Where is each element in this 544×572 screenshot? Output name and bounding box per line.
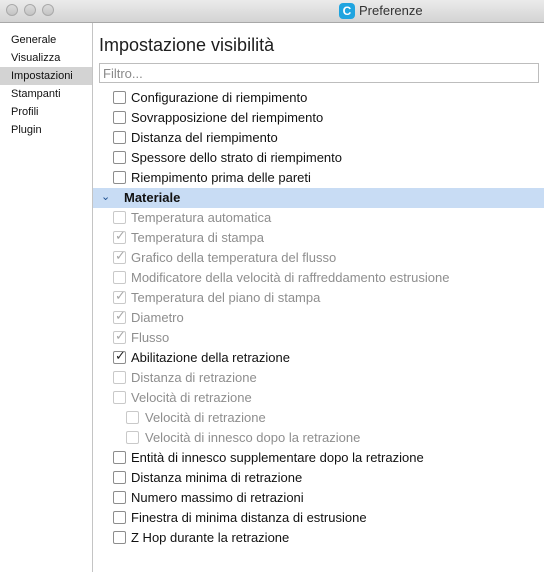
setting-row[interactable]: Velocità di retrazione [93, 408, 544, 428]
visibility-checkbox[interactable]: ✓ [113, 328, 126, 344]
sidebar-item-profili[interactable]: Profili [0, 103, 92, 121]
cura-app-icon: C [339, 3, 355, 19]
setting-label: Riempimento prima delle pareti [131, 170, 311, 185]
group-label: Materiale [124, 190, 181, 205]
setting-label: Velocità di retrazione [145, 410, 266, 425]
setting-row[interactable]: Finestra di minima distanza di estrusion… [93, 508, 544, 528]
visibility-checkbox[interactable] [113, 531, 126, 544]
setting-row[interactable]: Distanza minima di retrazione [93, 468, 544, 488]
sidebar-item-generale[interactable]: Generale [0, 31, 92, 49]
title-bar: C Preferenze [0, 0, 544, 23]
setting-label: Entità di innesco supplementare dopo la … [131, 450, 424, 465]
visibility-checkbox[interactable] [113, 211, 126, 224]
checkmark-icon: ✓ [115, 308, 126, 323]
visibility-checkbox[interactable]: ✓ [113, 228, 126, 244]
checkmark-icon: ✓ [115, 348, 126, 363]
setting-row[interactable]: ✓ Diametro [93, 308, 544, 328]
setting-label: Diametro [131, 310, 184, 325]
setting-row[interactable]: Temperatura automatica [93, 208, 544, 228]
setting-label: Temperatura del piano di stampa [131, 290, 321, 305]
visibility-checkbox[interactable]: ✓ [113, 348, 126, 364]
setting-row[interactable]: Modificatore della velocità di raffredda… [93, 268, 544, 288]
visibility-checkbox[interactable]: ✓ [113, 248, 126, 264]
chevron-down-icon[interactable]: ⌄ [101, 190, 110, 203]
visibility-checkbox[interactable] [113, 271, 126, 284]
checkmark-icon: ✓ [115, 288, 126, 303]
visibility-checkbox[interactable] [113, 91, 126, 104]
sidebar-item-plugin[interactable]: Plugin [0, 121, 92, 139]
setting-label: Modificatore della velocità di raffredda… [131, 270, 450, 285]
setting-row[interactable]: Riempimento prima delle pareti [93, 168, 544, 188]
setting-label: Configurazione di riempimento [131, 90, 308, 105]
setting-label: Spessore dello strato di riempimento [131, 150, 342, 165]
visibility-checkbox[interactable] [113, 491, 126, 504]
window-title: Preferenze [359, 3, 423, 18]
visibility-checkbox[interactable] [113, 511, 126, 524]
page-title: Impostazione visibilità [99, 35, 275, 55]
setting-label: Distanza di retrazione [131, 370, 257, 385]
setting-label: Flusso [131, 330, 170, 345]
setting-label: Temperatura di stampa [131, 230, 264, 245]
setting-row[interactable]: Z Hop durante la retrazione [93, 528, 544, 548]
setting-label: Temperatura automatica [131, 210, 272, 225]
visibility-checkbox[interactable] [113, 151, 126, 164]
visibility-checkbox[interactable]: ✓ [113, 288, 126, 304]
setting-label: Velocità di innesco dopo la retrazione [145, 430, 361, 445]
visibility-checkbox[interactable] [113, 471, 126, 484]
setting-row[interactable]: Spessore dello strato di riempimento [93, 148, 544, 168]
setting-row[interactable]: ✓ Grafico della temperatura del flusso [93, 248, 544, 268]
setting-row[interactable]: Velocità di retrazione [93, 388, 544, 408]
close-window-button[interactable] [6, 4, 18, 16]
setting-label: Velocità di retrazione [131, 390, 252, 405]
zoom-window-button[interactable] [42, 4, 54, 16]
setting-label: Abilitazione della retrazione [131, 350, 290, 365]
checkmark-icon: ✓ [115, 228, 126, 243]
setting-row[interactable]: ✓ Temperatura del piano di stampa [93, 288, 544, 308]
visibility-checkbox[interactable] [113, 171, 126, 184]
visibility-checkbox[interactable] [113, 391, 126, 404]
setting-row[interactable]: Sovrapposizione del riempimento [93, 108, 544, 128]
settings-list: Configurazione di riempimento Sovrapposiz… [93, 88, 544, 548]
setting-label: Z Hop durante la retrazione [131, 530, 290, 545]
visibility-checkbox[interactable] [113, 451, 126, 464]
sidebar-item-visualizza[interactable]: Visualizza [0, 49, 92, 67]
setting-label: Numero massimo di retrazioni [131, 490, 304, 505]
setting-label: Sovrapposizione del riempimento [131, 110, 324, 125]
setting-row[interactable]: Distanza del riempimento [93, 128, 544, 148]
checkmark-icon: ✓ [115, 248, 126, 263]
sidebar-item-impostazioni[interactable]: Impostazioni [0, 67, 92, 85]
visibility-checkbox[interactable]: ✓ [113, 308, 126, 324]
setting-row[interactable]: Velocità di innesco dopo la retrazione [93, 428, 544, 448]
setting-row[interactable]: Numero massimo di retrazioni [93, 488, 544, 508]
settings-visibility-panel: Impostazione visibilità Configurazione d… [93, 23, 544, 572]
visibility-checkbox[interactable] [113, 131, 126, 144]
setting-label: Distanza del riempimento [131, 130, 278, 145]
visibility-checkbox[interactable] [113, 111, 126, 124]
visibility-checkbox[interactable] [126, 411, 139, 424]
visibility-checkbox[interactable] [113, 371, 126, 384]
setting-row[interactable]: ✓ Abilitazione della retrazione [93, 348, 544, 368]
filter-input[interactable] [99, 63, 539, 83]
setting-row[interactable]: Entità di innesco supplementare dopo la … [93, 448, 544, 468]
preferences-sidebar: Generale Visualizza Impostazioni Stampan… [0, 23, 93, 572]
visibility-checkbox[interactable] [126, 431, 139, 444]
setting-label: Finestra di minima distanza di estrusion… [131, 510, 367, 525]
sidebar-item-stampanti[interactable]: Stampanti [0, 85, 92, 103]
minimize-window-button[interactable] [24, 4, 36, 16]
setting-row[interactable]: Configurazione di riempimento [93, 88, 544, 108]
setting-label: Grafico della temperatura del flusso [131, 250, 337, 265]
setting-row[interactable]: ✓ Flusso [93, 328, 544, 348]
setting-row[interactable]: Distanza di retrazione [93, 368, 544, 388]
setting-row[interactable]: ✓ Temperatura di stampa [93, 228, 544, 248]
setting-label: Distanza minima di retrazione [131, 470, 303, 485]
scrollbar[interactable] [538, 85, 544, 572]
group-header-materiale[interactable]: ⌄ Materiale [93, 188, 544, 208]
checkmark-icon: ✓ [115, 328, 126, 343]
